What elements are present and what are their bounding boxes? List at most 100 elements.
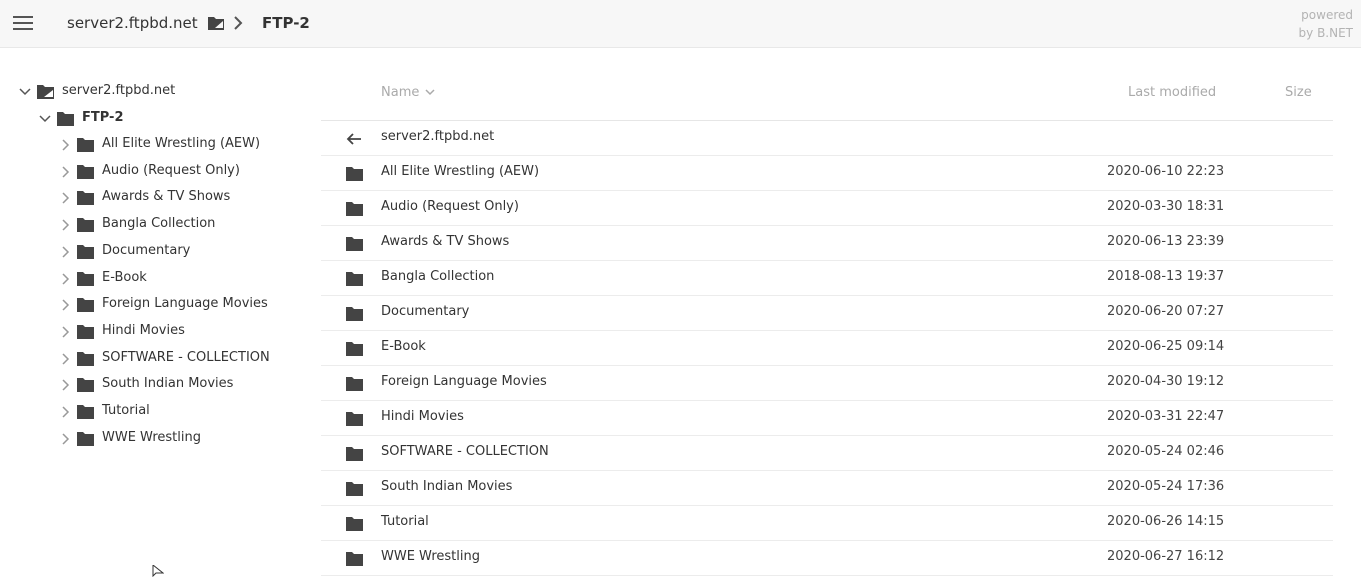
folder-icon [346, 202, 363, 216]
tree-item-label: WWE Wrestling [102, 429, 201, 445]
breadcrumb-root[interactable]: server2.ftpbd.net [67, 14, 198, 32]
tree-item[interactable]: E-Book [0, 266, 300, 292]
folder-icon [77, 298, 94, 313]
folder-icon [77, 164, 94, 179]
tree-item[interactable]: Audio (Request Only) [0, 159, 300, 185]
chevron-right-icon[interactable] [58, 352, 72, 366]
folder-row[interactable]: South Indian Movies 2020-05-24 17:36 [321, 471, 1333, 506]
tree-root[interactable]: server2.ftpbd.net [0, 79, 300, 105]
tree-item-label: Tutorial [102, 403, 150, 418]
folder-icon [77, 191, 94, 206]
tree-item[interactable]: South Indian Movies [0, 372, 300, 398]
tree-item[interactable]: WWE Wrestling [0, 426, 300, 452]
chevron-right-icon[interactable] [58, 245, 72, 259]
tree-item[interactable]: Documentary [0, 239, 300, 265]
tree-item-label: Audio (Request Only) [102, 162, 240, 178]
folder-modified: 2020-03-30 18:31 [1107, 199, 1225, 214]
folder-name: SOFTWARE - COLLECTION [381, 444, 549, 459]
powered-line-1: powered [1301, 8, 1353, 22]
parent-folder-row[interactable]: server2.ftpbd.net [321, 121, 1333, 156]
chevron-right-icon[interactable] [58, 138, 72, 152]
tree-item-label: All Elite Wrestling (AEW) [102, 136, 261, 151]
folder-icon [77, 271, 94, 286]
folder-row[interactable]: Awards & TV Shows 2020-06-13 23:39 [321, 226, 1333, 261]
folder-name: Audio (Request Only) [381, 199, 519, 214]
tree-current-label: FTP-2 [82, 110, 124, 125]
chevron-right-icon[interactable] [58, 218, 72, 232]
menu-button[interactable] [13, 14, 33, 32]
folder-name: E-Book [381, 339, 426, 354]
folder-row[interactable]: Audio (Request Only) 2020-03-30 18:31 [321, 191, 1333, 226]
folder-name: Bangla Collection [381, 269, 495, 284]
chevron-right-icon[interactable] [58, 405, 72, 419]
chevron-down-icon[interactable] [18, 85, 32, 99]
folder-modified: 2020-06-13 23:39 [1107, 234, 1225, 249]
folder-icon [346, 272, 363, 286]
chevron-right-icon[interactable] [58, 298, 72, 312]
tree-item-label: Awards & TV Shows [102, 189, 231, 205]
folder-modified: 2020-04-30 19:12 [1107, 374, 1225, 389]
folder-row[interactable]: Hindi Movies 2020-03-31 22:47 [321, 401, 1333, 436]
column-name[interactable]: Name [381, 85, 419, 100]
tree-item-label: Bangla Collection [102, 216, 216, 232]
arrow-left-icon [346, 133, 361, 145]
chevron-down-icon[interactable] [38, 112, 52, 126]
sort-chevron-down-icon[interactable] [424, 87, 436, 97]
tree-item-label: Foreign Language Movies [102, 296, 268, 312]
folder-row[interactable]: E-Book 2020-06-25 09:14 [321, 331, 1333, 366]
folder-name: All Elite Wrestling (AEW) [381, 164, 540, 179]
breadcrumb-current: FTP-2 [262, 14, 310, 32]
tree-item[interactable]: All Elite Wrestling (AEW) [0, 132, 300, 158]
folder-row[interactable]: Documentary 2020-06-20 07:27 [321, 296, 1333, 331]
folder-icon [346, 552, 363, 566]
powered-line-2: by B.NET [1298, 26, 1353, 40]
folder-row[interactable]: Foreign Language Movies 2020-04-30 19:12 [321, 366, 1333, 401]
chevron-right-icon[interactable] [58, 432, 72, 446]
folder-modified: 2020-06-26 14:15 [1107, 514, 1225, 529]
chevron-right-icon[interactable] [58, 165, 72, 179]
folder-modified: 2020-06-20 07:27 [1107, 304, 1225, 319]
tree-item-label: Documentary [102, 242, 191, 258]
folder-row[interactable]: Bangla Collection 2018-08-13 19:37 [321, 261, 1333, 296]
folder-open-icon[interactable] [207, 15, 225, 31]
tree-current[interactable]: FTP-2 [0, 106, 300, 132]
tree-item-label: E-Book [102, 269, 147, 285]
folder-icon [346, 447, 363, 461]
folder-row[interactable]: WWE Wrestling 2020-06-27 16:12 [321, 541, 1333, 576]
folder-modified: 2020-05-24 17:36 [1107, 479, 1225, 494]
folder-icon [77, 378, 94, 393]
folder-icon [346, 377, 363, 391]
tree-item[interactable]: Tutorial [0, 399, 300, 425]
chevron-right-icon[interactable] [58, 272, 72, 286]
folder-name: Foreign Language Movies [381, 374, 547, 389]
chevron-right-icon[interactable] [58, 325, 72, 339]
chevron-right-icon[interactable] [58, 378, 72, 392]
tree-item-label: SOFTWARE - COLLECTION [102, 349, 270, 365]
folder-icon [57, 112, 74, 126]
chevron-right-icon[interactable] [58, 191, 72, 205]
folder-row[interactable]: SOFTWARE - COLLECTION 2020-05-24 02:46 [321, 436, 1333, 471]
tree-item[interactable]: Bangla Collection [0, 212, 300, 238]
folder-icon [346, 237, 363, 251]
folder-modified: 2020-05-24 02:46 [1107, 444, 1225, 459]
folder-icon [346, 167, 363, 181]
folder-modified: 2018-08-13 19:37 [1107, 269, 1225, 284]
list-header: Name Last modified Size [321, 78, 1333, 121]
folder-icon [77, 324, 94, 339]
tree-item[interactable]: Hindi Movies [0, 319, 300, 345]
folder-row[interactable]: Tutorial 2020-06-26 14:15 [321, 506, 1333, 541]
folder-icon [77, 138, 94, 152]
tree-item[interactable]: Awards & TV Shows [0, 185, 300, 211]
folder-icon [346, 482, 363, 496]
tree-item[interactable]: SOFTWARE - COLLECTION [0, 346, 300, 372]
tree-item[interactable]: Foreign Language Movies [0, 292, 300, 318]
folder-icon [77, 218, 94, 233]
column-size[interactable]: Size [1285, 85, 1312, 100]
top-bar: server2.ftpbd.net FTP-2 powered by B.NET [0, 0, 1361, 48]
mouse-cursor-icon [152, 565, 164, 577]
folder-modified: 2020-06-10 22:23 [1107, 164, 1225, 179]
folder-open-icon [37, 85, 54, 99]
folder-row[interactable]: All Elite Wrestling (AEW) 2020-06-10 22:2… [321, 156, 1333, 191]
folder-icon [346, 307, 363, 321]
column-last-modified[interactable]: Last modified [1128, 85, 1216, 100]
